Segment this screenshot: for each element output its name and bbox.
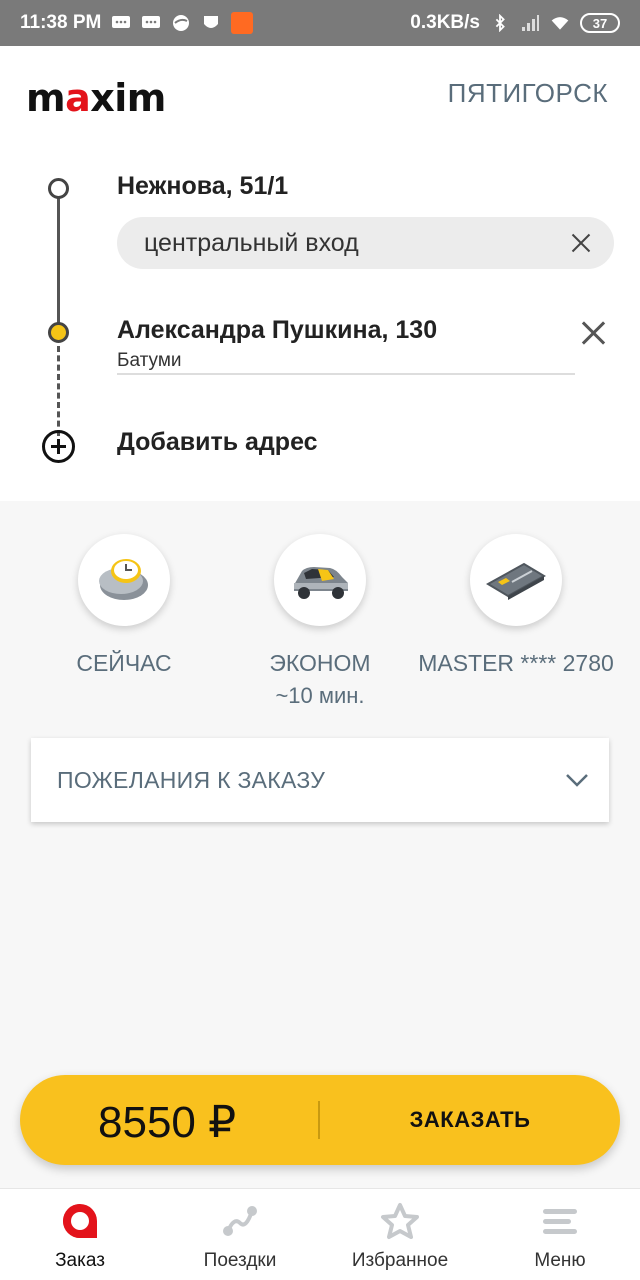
- mask-icon: [204, 16, 219, 28]
- clock-icon: [99, 559, 148, 600]
- status-time: 11:38 PM: [20, 12, 102, 33]
- city-selector[interactable]: ПЯТИГОРСК: [448, 78, 608, 109]
- nav-item-order[interactable]: Заказ: [0, 1189, 160, 1280]
- price-value: 8550 ₽: [98, 1098, 237, 1147]
- bluetooth-icon: [495, 14, 505, 32]
- route-line: [57, 196, 60, 332]
- menu-icon: [543, 1209, 577, 1234]
- start-point-icon: [48, 178, 69, 199]
- nav-label-order: Заказ: [55, 1250, 105, 1271]
- order-bar: 8550 ₽ ЗАКАЗАТЬ: [20, 1075, 620, 1165]
- add-address-button[interactable]: Добавить адрес: [117, 428, 318, 457]
- car-class-label: ЭКОНОМ: [269, 650, 371, 676]
- car-class-circle[interactable]: [274, 534, 366, 626]
- address-panel: maxim ПЯТИГОРСК Нежнова, 51/1 центральны…: [0, 46, 640, 501]
- time-option-circle[interactable]: [78, 534, 170, 626]
- time-option-label: СЕЙЧАС: [76, 650, 172, 676]
- credit-card-icon: [486, 562, 546, 600]
- route-dashed-line: [57, 346, 60, 436]
- status-bar: 11:38 PM 0.3KB/s 37: [0, 0, 640, 46]
- network-speed: 0.3KB/s: [410, 12, 480, 33]
- order-wishes-dropdown[interactable]: ПОЖЕЛАНИЯ К ЗАКАЗУ: [31, 738, 609, 822]
- nav-label-menu: Меню: [534, 1250, 586, 1271]
- taxi-car-icon: [294, 567, 348, 599]
- clear-destination-icon[interactable]: [578, 318, 608, 348]
- star-icon: [381, 1203, 419, 1239]
- message-icon: [142, 16, 161, 28]
- nav-item-favorites[interactable]: Избранное: [320, 1189, 480, 1280]
- address-underline: [117, 373, 575, 375]
- to-city: Батуми: [117, 350, 182, 371]
- signal-icon: [522, 15, 539, 31]
- nav-item-trips[interactable]: Поездки: [160, 1189, 320, 1280]
- car-class-option[interactable]: ЭКОНОМ ~10 мин.: [220, 534, 420, 709]
- clear-entrance-icon[interactable]: [568, 230, 594, 256]
- logo-accent-letter: a: [65, 76, 91, 120]
- entrance-value: центральный вход: [144, 228, 359, 257]
- payment-option[interactable]: MASTER **** 2780: [416, 534, 616, 677]
- nav-label-trips: Поездки: [203, 1250, 277, 1271]
- app-notification-icon: [231, 12, 254, 34]
- wifi-icon: [551, 17, 569, 30]
- nav-item-menu[interactable]: Меню: [480, 1189, 640, 1280]
- trips-icon: [223, 1206, 257, 1236]
- order-icon: [63, 1204, 97, 1238]
- destination-point-icon: [48, 322, 69, 343]
- nav-label-favorites: Избранное: [351, 1250, 449, 1271]
- payment-label: MASTER **** 2780: [418, 650, 614, 676]
- order-wishes-label: ПОЖЕЛАНИЯ К ЗАКАЗУ: [57, 766, 326, 793]
- to-address[interactable]: Александра Пушкина, 130: [117, 316, 437, 345]
- maxim-logo: maxim: [26, 76, 166, 120]
- message-icon: [112, 16, 131, 28]
- time-option[interactable]: СЕЙЧАС: [24, 534, 224, 677]
- bottom-navigation: Заказ Поездки Избранное Меню: [0, 1188, 640, 1280]
- entrance-field[interactable]: центральный вход: [117, 217, 614, 269]
- order-button[interactable]: ЗАКАЗАТЬ: [320, 1075, 620, 1165]
- payment-option-circle[interactable]: [470, 534, 562, 626]
- from-address[interactable]: Нежнова, 51/1: [117, 172, 288, 201]
- bank-icon: [173, 15, 190, 31]
- car-class-eta: ~10 мин.: [275, 683, 365, 708]
- add-circle-icon[interactable]: [42, 430, 75, 463]
- chevron-down-icon: [566, 774, 588, 787]
- battery-indicator: 37: [580, 13, 620, 33]
